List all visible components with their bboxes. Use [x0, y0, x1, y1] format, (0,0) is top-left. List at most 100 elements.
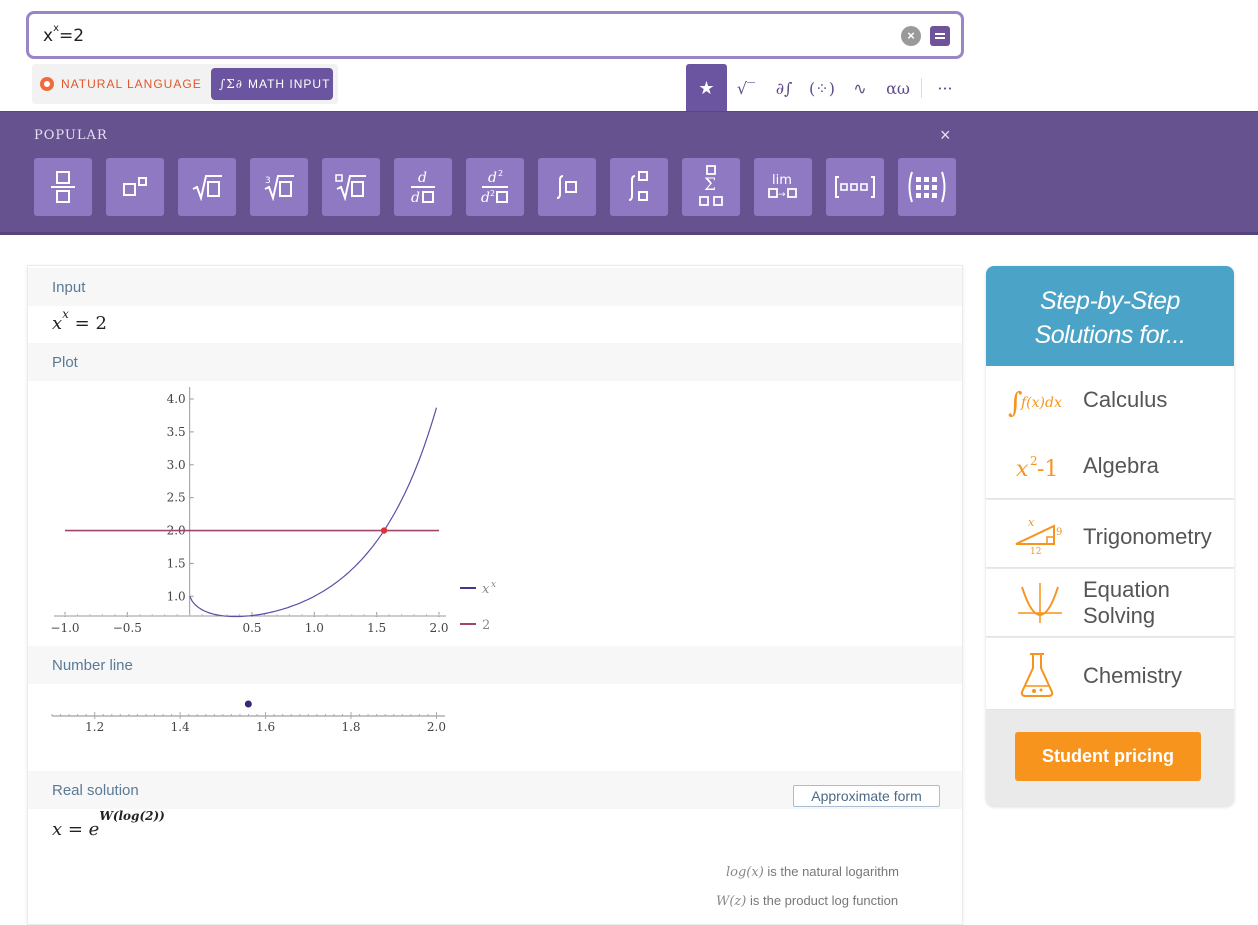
- input-expr-exponent: x: [62, 307, 69, 321]
- step-by-step-sidebar: Step-by-Step Solutions for... ∫ f(x)dx Ca…: [986, 266, 1234, 806]
- matrix-icon[interactable]: (⁘): [803, 64, 841, 112]
- favorites-star-icon[interactable]: ★: [686, 64, 727, 112]
- svg-text:x: x: [1028, 516, 1035, 529]
- more-icon[interactable]: ···: [926, 64, 964, 112]
- second-derivative-icon: d 2d 2: [481, 169, 508, 205]
- y-tick-label: 3.0: [167, 458, 186, 472]
- matrix-template-button[interactable]: [898, 158, 956, 216]
- fraction-template-button[interactable]: [34, 158, 92, 216]
- calculus-icon[interactable]: ∂∫: [765, 64, 803, 112]
- sidebar-item-equation-solving[interactable]: Equation Solving: [986, 569, 1234, 637]
- cube-root-template-button[interactable]: 3: [250, 158, 308, 216]
- definite-integral-template-button[interactable]: [610, 158, 668, 216]
- svg-text:2: 2: [498, 169, 503, 178]
- svg-text:2: 2: [490, 189, 495, 198]
- greek-icon[interactable]: αω: [879, 64, 917, 112]
- query-rest: =2: [58, 26, 85, 46]
- svg-text:-1: -1: [1037, 457, 1058, 482]
- solution-expr-exponent: W(log(2)): [99, 809, 165, 823]
- x-tick-label: −1.0: [50, 621, 79, 635]
- sidebar-label-chemistry: Chemistry: [1083, 663, 1183, 688]
- log-note: log(x) is the natural logarithm: [726, 864, 899, 880]
- y-tick-label: 1.5: [167, 556, 186, 570]
- compute-equals-button[interactable]: [930, 26, 950, 46]
- input-expr-base: x: [52, 313, 63, 334]
- algebra-icon: x 2 -1: [1016, 454, 1058, 482]
- input-pod-header: Input: [28, 268, 962, 306]
- plot-pod-title: Plot: [52, 354, 78, 371]
- input-mode-tabs: NATURAL LANGUAGE ∫Σ∂ MATH INPUT: [32, 64, 338, 104]
- derivative-template-button[interactable]: dd: [394, 158, 452, 216]
- approximate-form-button[interactable]: Approximate form: [793, 785, 940, 807]
- popular-panel: POPULAR × 3 dd d2d2 Σ lim →: [0, 111, 1258, 235]
- x-tick-label: 1.5: [367, 621, 386, 635]
- clear-icon[interactable]: ×: [901, 26, 921, 46]
- sidebar-item-chemistry[interactable]: Chemistry: [986, 638, 1234, 710]
- sqrt-template-button[interactable]: [178, 158, 236, 216]
- fraction-icon: [51, 171, 75, 203]
- svg-text:12: 12: [1030, 547, 1041, 554]
- svg-text:f(x)dx: f(x)dx: [1020, 395, 1062, 411]
- series-xx-line: [189, 407, 438, 618]
- limit-template-button[interactable]: lim →: [754, 158, 812, 216]
- svg-text:x: x: [1016, 457, 1029, 482]
- sum-icon: Σ: [699, 165, 723, 206]
- svg-text:9: 9: [1056, 527, 1062, 538]
- y-tick-label: 2.5: [167, 491, 186, 505]
- student-pricing-button[interactable]: Student pricing: [1015, 732, 1201, 781]
- svg-text:lim: lim: [772, 173, 792, 188]
- natural-language-tab[interactable]: NATURAL LANGUAGE: [40, 73, 202, 95]
- sidebar-item-calculus[interactable]: ∫ f(x)dx Calculus: [986, 366, 1234, 434]
- vector-template-button[interactable]: [826, 158, 884, 216]
- sidebar-label-trigonometry: Trigonometry: [1083, 524, 1212, 549]
- x-tick-label: 2.0: [429, 621, 448, 635]
- nth-root-template-button[interactable]: [322, 158, 380, 216]
- sum-template-button[interactable]: Σ: [682, 158, 740, 216]
- numberline-tick-label: 2.0: [427, 720, 446, 734]
- svg-text:d: d: [411, 190, 420, 205]
- y-tick-label: 3.5: [167, 425, 186, 439]
- solution-expr-base: x = e: [52, 819, 100, 840]
- gear-sun-icon: [40, 77, 54, 91]
- svg-text:d: d: [418, 170, 427, 186]
- numberline-point: [244, 700, 252, 708]
- sidebar-item-algebra[interactable]: x 2 -1 Algebra: [986, 431, 1234, 499]
- second-derivative-template-button[interactable]: d2d2: [466, 158, 524, 216]
- close-icon[interactable]: ×: [940, 125, 951, 146]
- query-exponent: x: [53, 23, 59, 35]
- solution-pod-header: Real solution Approximate form: [28, 771, 962, 809]
- results-pod: Input xx = 2 Plot −1.0 −0.5 0.5 1.0 1.5 2.0 1.…: [27, 265, 963, 925]
- productlog-note-func: W(z): [716, 894, 747, 909]
- power-icon: [123, 177, 147, 196]
- log-note-text: is the natural logarithm: [763, 864, 899, 879]
- wave-icon[interactable]: ∿: [841, 64, 879, 112]
- definite-integral-icon: [628, 171, 648, 201]
- natural-language-label: NATURAL LANGUAGE: [61, 77, 202, 91]
- svg-text:→: →: [778, 190, 786, 200]
- graph-icon: [1018, 583, 1062, 623]
- palette-tabs: ★ √‾ ∂∫ (⁘) ∿ αω ···: [686, 64, 964, 112]
- template-row: 3 dd d2d2 Σ lim →: [34, 158, 970, 216]
- input-expr-rest: = 2: [68, 313, 107, 334]
- derivative-icon: dd: [411, 170, 435, 205]
- sidebar-item-trigonometry[interactable]: x 9 12 Trigonometry: [986, 500, 1234, 568]
- search-bar[interactable]: xx=2 ×: [26, 11, 964, 59]
- search-input[interactable]: xx=2: [43, 23, 85, 46]
- sqrt-template-icon: [192, 175, 222, 201]
- numberline-pod-header: Number line: [28, 646, 962, 684]
- sidebar-label-calculus: Calculus: [1083, 387, 1168, 412]
- power-template-button[interactable]: [106, 158, 164, 216]
- x-tick-label: 0.5: [242, 621, 261, 635]
- sqrt-icon[interactable]: √‾: [727, 64, 765, 112]
- sidebar-label-algebra: Algebra: [1083, 453, 1159, 478]
- svg-text:Σ: Σ: [704, 175, 716, 195]
- math-input-tab[interactable]: ∫Σ∂ MATH INPUT: [211, 68, 333, 100]
- numberline-tick-label: 1.2: [85, 720, 104, 734]
- integral-template-button[interactable]: [538, 158, 596, 216]
- x-tick-label: 1.0: [305, 621, 324, 635]
- y-tick-label: 1.0: [167, 589, 186, 603]
- y-tick-label: 4.0: [167, 392, 186, 406]
- plot-pod-header: Plot: [28, 343, 962, 381]
- numberline-tick-label: 1.4: [171, 720, 190, 734]
- x-tick-label: −0.5: [113, 621, 142, 635]
